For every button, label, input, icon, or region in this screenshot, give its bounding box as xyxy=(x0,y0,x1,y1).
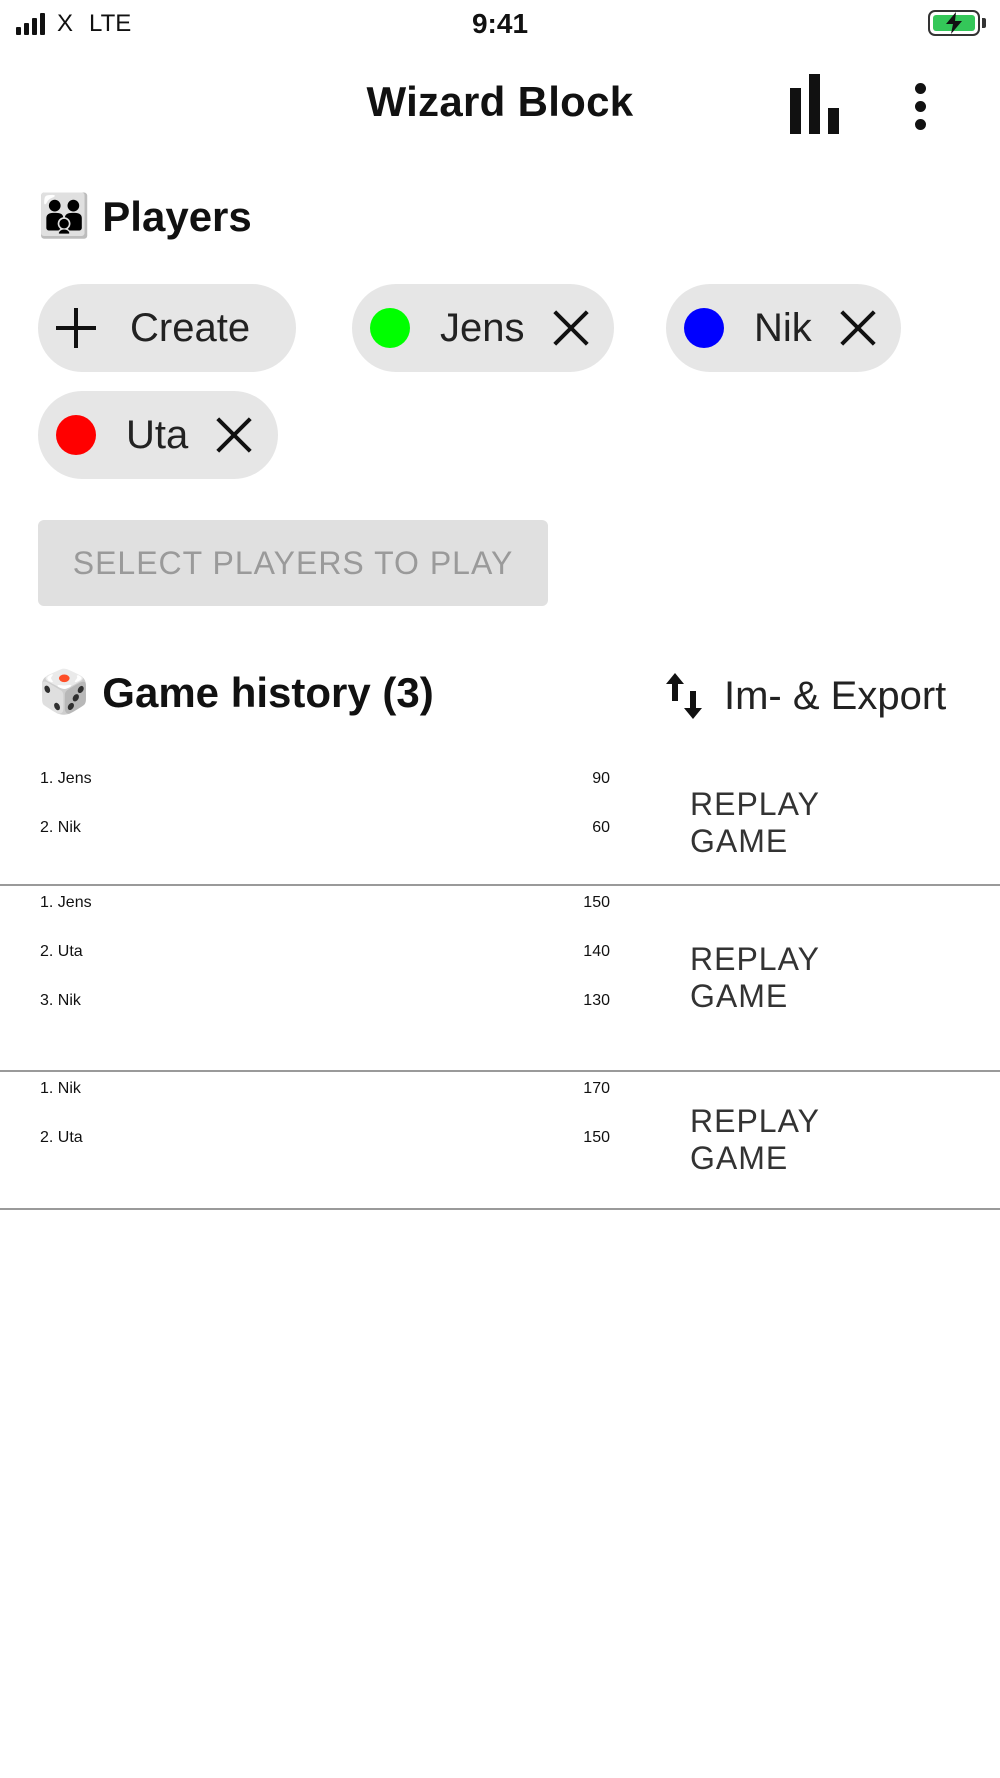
result-player: 2. Uta xyxy=(40,1129,83,1146)
status-bar: X LTE 9:41 xyxy=(0,0,1000,50)
more-menu-button[interactable] xyxy=(900,74,940,138)
select-players-button[interactable]: SELECT PLAYERS TO PLAY xyxy=(38,520,548,606)
game-entry: 1. Jens 90 2. Nik 60 REPLAY GAME xyxy=(0,762,1000,886)
create-player-chip[interactable]: Create xyxy=(38,284,296,372)
import-export-label: Im- & Export xyxy=(724,673,947,718)
player-chip-uta[interactable]: Uta xyxy=(38,391,278,479)
result-score: 130 xyxy=(583,992,610,1009)
player-chip-nik[interactable]: Nik xyxy=(666,284,901,372)
result-player: 1. Jens xyxy=(40,770,92,787)
app-title: Wizard Block xyxy=(366,78,634,125)
result-score: 170 xyxy=(583,1080,610,1097)
result-score: 90 xyxy=(592,770,610,787)
game-entry: 1. Jens 150 2. Uta 140 3. Nik 130 REPLAY… xyxy=(0,886,1000,1072)
player-name: Uta xyxy=(126,412,189,457)
game-history-list: 1. Jens 90 2. Nik 60 REPLAY GAME 1. Jens… xyxy=(0,762,1000,1210)
close-icon[interactable] xyxy=(840,310,876,346)
player-chip-jens[interactable]: Jens xyxy=(352,284,614,372)
result-player: 2. Uta xyxy=(40,943,83,960)
player-name: Jens xyxy=(440,305,525,350)
replay-game-button[interactable]: REPLAY GAME xyxy=(690,941,920,1015)
statistics-button[interactable] xyxy=(784,74,848,138)
battery-charging-icon xyxy=(928,10,986,36)
close-icon[interactable] xyxy=(553,310,589,346)
result-player: 2. Nik xyxy=(40,819,81,836)
family-icon: 👪 xyxy=(38,192,91,239)
result-row: 1. Jens 150 xyxy=(0,894,1000,943)
result-score: 150 xyxy=(583,894,610,911)
more-vertical-icon xyxy=(914,82,926,94)
app-bar: Wizard Block xyxy=(0,60,1000,140)
result-player: 1. Jens xyxy=(40,894,92,911)
result-score: 140 xyxy=(583,943,610,960)
history-title: Game history (3) xyxy=(102,668,434,716)
players-heading: 👪 Players xyxy=(38,192,252,241)
app-screen: X LTE 9:41 Wizard Block 👪 Players Create… xyxy=(0,0,1000,1778)
import-export-button[interactable]: Im- & Export xyxy=(664,666,946,726)
swap-vertical-icon xyxy=(666,673,702,719)
players-title: Players xyxy=(102,192,252,240)
player-color-dot xyxy=(370,308,410,348)
result-player: 1. Nik xyxy=(40,1080,81,1097)
player-color-dot xyxy=(684,308,724,348)
status-time: 9:41 xyxy=(471,8,529,39)
dice-icon: 🎲 xyxy=(38,668,91,715)
replay-game-button[interactable]: REPLAY GAME xyxy=(690,1103,920,1177)
plus-icon xyxy=(56,308,96,348)
replay-game-button[interactable]: REPLAY GAME xyxy=(690,786,920,860)
history-heading: 🎲 Game history (3) xyxy=(38,668,434,717)
create-label: Create xyxy=(130,305,251,350)
bar-chart-icon xyxy=(790,74,839,134)
close-icon[interactable] xyxy=(216,417,252,453)
player-color-dot xyxy=(56,415,96,455)
result-score: 60 xyxy=(592,819,610,836)
result-player: 3. Nik xyxy=(40,992,81,1009)
game-entry: 1. Nik 170 2. Uta 150 REPLAY GAME xyxy=(0,1072,1000,1210)
result-score: 150 xyxy=(583,1129,610,1146)
player-name: Nik xyxy=(754,305,812,350)
